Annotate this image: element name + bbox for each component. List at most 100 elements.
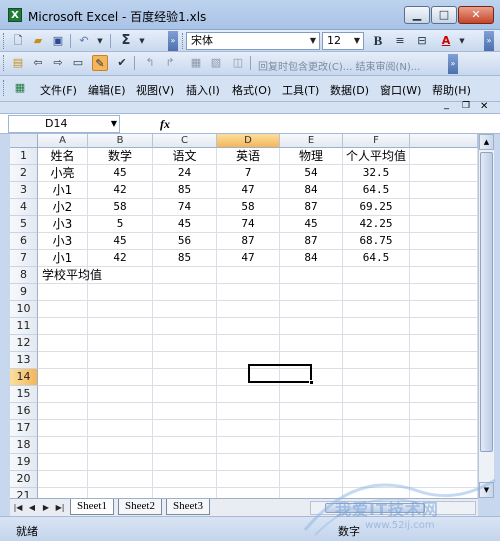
table-cell[interactable] bbox=[38, 471, 88, 488]
row-header[interactable]: 5 bbox=[10, 216, 38, 233]
table-cell[interactable] bbox=[410, 437, 478, 454]
table-cell[interactable] bbox=[38, 369, 88, 386]
merge-center-icon[interactable]: ⊟ bbox=[414, 33, 430, 49]
chevron-down-icon[interactable]: ▼ bbox=[111, 116, 117, 132]
table-cell[interactable] bbox=[153, 352, 217, 369]
toolbar-options-chevron-icon[interactable]: » bbox=[484, 31, 494, 51]
table-cell[interactable] bbox=[343, 301, 410, 318]
table-cell[interactable] bbox=[38, 318, 88, 335]
table-cell[interactable] bbox=[217, 335, 280, 352]
table-cell[interactable] bbox=[38, 454, 88, 471]
table-cell[interactable] bbox=[280, 420, 343, 437]
minimize-button[interactable]: ▁ bbox=[404, 6, 430, 24]
table-cell[interactable] bbox=[410, 352, 478, 369]
prev-sheet-icon[interactable]: ◀ bbox=[26, 501, 38, 515]
table-cell[interactable] bbox=[153, 488, 217, 498]
table-cell[interactable] bbox=[410, 199, 478, 216]
fill-handle[interactable] bbox=[309, 380, 314, 385]
table-cell[interactable]: 56 bbox=[153, 233, 217, 250]
table-cell[interactable]: 58 bbox=[88, 199, 153, 216]
table-cell[interactable] bbox=[343, 471, 410, 488]
table-cell[interactable]: 数学 bbox=[88, 148, 153, 165]
table-cell[interactable] bbox=[38, 403, 88, 420]
table-cell[interactable] bbox=[343, 267, 410, 284]
reply-icon[interactable]: ⇦ bbox=[30, 55, 46, 71]
table-cell[interactable] bbox=[410, 148, 478, 165]
document-icon[interactable]: ▦ bbox=[12, 80, 28, 96]
table-cell[interactable]: 小3 bbox=[38, 216, 88, 233]
open-folder-icon[interactable]: ▰ bbox=[30, 33, 46, 49]
new-file-icon[interactable]: 🗋 bbox=[10, 33, 26, 49]
table-cell[interactable] bbox=[38, 437, 88, 454]
hscroll-thumb[interactable] bbox=[325, 503, 425, 513]
table-cell[interactable] bbox=[343, 437, 410, 454]
table-cell[interactable] bbox=[343, 386, 410, 403]
name-box[interactable]: D14 ▼ bbox=[8, 115, 120, 133]
table-cell[interactable] bbox=[153, 437, 217, 454]
table-cell[interactable] bbox=[410, 267, 478, 284]
menu-window[interactable]: 窗口(W) bbox=[380, 82, 421, 98]
last-sheet-icon[interactable]: ▶| bbox=[54, 501, 66, 515]
select-all-corner[interactable] bbox=[10, 134, 38, 148]
autosum-icon[interactable]: Σ bbox=[118, 33, 134, 49]
table-cell[interactable] bbox=[217, 267, 280, 284]
table-cell[interactable]: 45 bbox=[88, 165, 153, 182]
table-cell[interactable] bbox=[410, 165, 478, 182]
table-cell[interactable] bbox=[88, 369, 153, 386]
table-cell[interactable] bbox=[217, 386, 280, 403]
table-cell[interactable] bbox=[280, 386, 343, 403]
table-cell[interactable]: 69.25 bbox=[343, 199, 410, 216]
table-cell[interactable] bbox=[410, 454, 478, 471]
table-cell[interactable]: 英语 bbox=[217, 148, 280, 165]
column-header-d[interactable]: D bbox=[217, 134, 280, 148]
table-cell[interactable]: 小2 bbox=[38, 199, 88, 216]
row-header[interactable]: 13 bbox=[10, 352, 38, 369]
table-cell[interactable]: 小1 bbox=[38, 182, 88, 199]
table-cell[interactable] bbox=[280, 488, 343, 498]
table-cell[interactable]: 物理 bbox=[280, 148, 343, 165]
table-cell[interactable]: 64.5 bbox=[343, 182, 410, 199]
table-cell[interactable] bbox=[153, 420, 217, 437]
doc-minimize-icon[interactable]: _ bbox=[444, 99, 449, 110]
table-cell[interactable] bbox=[343, 369, 410, 386]
menu-insert[interactable]: 插入(I) bbox=[186, 82, 220, 98]
table-cell[interactable]: 42.25 bbox=[343, 216, 410, 233]
table-cell[interactable] bbox=[280, 284, 343, 301]
comment-icon[interactable]: ▭ bbox=[70, 55, 86, 71]
table-cell[interactable] bbox=[410, 420, 478, 437]
table-cell[interactable]: 45 bbox=[153, 216, 217, 233]
table-cell[interactable] bbox=[343, 454, 410, 471]
column-header-a[interactable]: A bbox=[38, 134, 88, 148]
table-cell[interactable] bbox=[280, 267, 343, 284]
maximize-button[interactable]: □ bbox=[431, 6, 457, 24]
menu-help[interactable]: 帮助(H) bbox=[432, 82, 471, 98]
table-cell[interactable] bbox=[343, 488, 410, 498]
chevron-down-icon[interactable]: ▼ bbox=[351, 33, 363, 49]
menu-view[interactable]: 视图(V) bbox=[136, 82, 174, 98]
row-header[interactable]: 10 bbox=[10, 301, 38, 318]
table-cell[interactable] bbox=[217, 301, 280, 318]
sheet-tab-1[interactable]: Sheet1 bbox=[70, 499, 114, 515]
table-cell[interactable] bbox=[410, 386, 478, 403]
next-sheet-icon[interactable]: ▶ bbox=[40, 501, 52, 515]
table-cell[interactable]: 64.5 bbox=[343, 250, 410, 267]
table-cell[interactable] bbox=[217, 318, 280, 335]
table-cell[interactable] bbox=[38, 335, 88, 352]
table-cell[interactable] bbox=[343, 403, 410, 420]
bold-button[interactable]: B bbox=[370, 33, 386, 49]
table-cell[interactable] bbox=[38, 352, 88, 369]
row-header[interactable]: 19 bbox=[10, 454, 38, 471]
table-cell[interactable] bbox=[88, 488, 153, 498]
table-cell[interactable]: 42 bbox=[88, 250, 153, 267]
save-icon[interactable]: ▣ bbox=[50, 33, 66, 49]
table-cell[interactable]: 87 bbox=[217, 233, 280, 250]
accept-icon[interactable]: ✔ bbox=[114, 55, 130, 71]
table-cell[interactable] bbox=[410, 488, 478, 498]
table-cell[interactable]: 74 bbox=[153, 199, 217, 216]
table-cell[interactable] bbox=[343, 335, 410, 352]
table-cell[interactable] bbox=[38, 301, 88, 318]
table-cell[interactable] bbox=[217, 454, 280, 471]
doc-restore-icon[interactable]: ❐ bbox=[462, 101, 470, 111]
track-icon[interactable]: ⇨ bbox=[50, 55, 66, 71]
row-header[interactable]: 17 bbox=[10, 420, 38, 437]
